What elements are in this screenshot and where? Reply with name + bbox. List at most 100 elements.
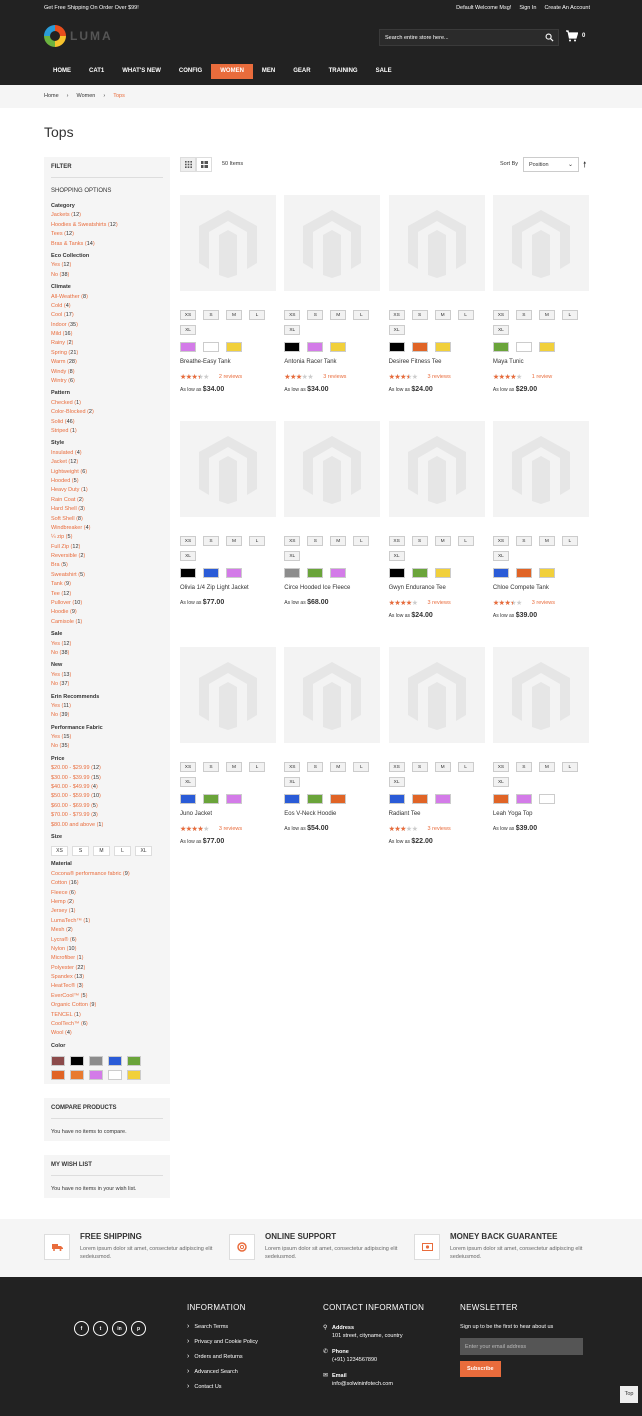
size-option[interactable]: XS [388, 536, 405, 546]
size-option[interactable]: S [411, 536, 428, 546]
sort-direction-icon[interactable]: 🠕 [583, 159, 586, 173]
filter-option[interactable]: Bra (5) [51, 562, 163, 571]
size-filter-option[interactable]: M [93, 846, 110, 857]
size-option[interactable]: L [249, 762, 265, 772]
product-name[interactable]: Radiant Tee [389, 811, 485, 819]
size-option[interactable]: L [249, 310, 265, 320]
filter-option-label[interactable]: $30.00 - $39.99 [51, 775, 90, 781]
filter-option[interactable]: No (37) [51, 681, 163, 690]
filter-option[interactable]: Soft Shell (8) [51, 516, 163, 525]
size-option[interactable]: XL [492, 777, 509, 787]
filter-option[interactable]: Color-Blocked (2) [51, 409, 163, 418]
size-option[interactable]: S [515, 310, 532, 320]
color-option[interactable] [411, 342, 428, 352]
filter-option[interactable]: Nylon (10) [51, 946, 163, 955]
product-name[interactable]: Gwyn Endurance Tee [389, 585, 485, 593]
filter-option-label[interactable]: Camisole [51, 619, 74, 625]
color-option[interactable] [307, 794, 324, 804]
filter-option-label[interactable]: Yes [51, 262, 60, 268]
nav-item[interactable]: HOME [44, 64, 80, 79]
filter-option[interactable]: CoolTech™ (6) [51, 1021, 163, 1030]
size-option[interactable]: M [538, 310, 555, 320]
product-card[interactable]: XS S M L XL Leah Yoga Top As low as $39.00 [492, 647, 589, 832]
logo[interactable]: LUMA [44, 25, 113, 47]
filter-option[interactable]: $70.00 - $79.99 (3) [51, 812, 163, 821]
filter-option[interactable]: $80.00 and above (1) [51, 822, 163, 831]
filter-option[interactable]: Hooded (5) [51, 478, 163, 487]
filter-option[interactable]: Cold (4) [51, 303, 163, 312]
filter-option[interactable]: $50.00 - $59.99 (10) [51, 793, 163, 802]
size-option[interactable]: S [203, 536, 219, 546]
footer-link[interactable]: Privacy and Cookie Policy [187, 1339, 258, 1345]
color-option[interactable] [330, 342, 347, 352]
size-option[interactable]: L [249, 536, 265, 546]
filter-option[interactable]: Jackets (12) [51, 212, 163, 221]
nav-item[interactable]: GEAR [284, 64, 319, 79]
filter-option-label[interactable]: Spring [51, 350, 67, 356]
color-option[interactable] [434, 342, 451, 352]
filter-option-label[interactable]: ¼ zip [51, 534, 64, 540]
filter-option[interactable]: Jacket (12) [51, 459, 163, 468]
color-option[interactable] [307, 342, 324, 352]
filter-option[interactable]: Tees (12) [51, 231, 163, 240]
filter-option[interactable]: Checked (1) [51, 400, 163, 409]
filter-option[interactable]: No (39) [51, 712, 163, 721]
filter-option-label[interactable]: No [51, 681, 58, 687]
size-option[interactable]: M [434, 310, 451, 320]
filter-option-label[interactable]: No [51, 272, 58, 278]
size-option[interactable]: L [561, 536, 578, 546]
filter-option-label[interactable]: HeatTec® [51, 983, 75, 989]
filter-option[interactable]: Tee (12) [51, 591, 163, 600]
filter-option[interactable]: Polyester (22) [51, 965, 163, 974]
color-swatch[interactable] [70, 1070, 84, 1081]
create-account-link[interactable]: Create An Account [544, 5, 590, 11]
filter-option-label[interactable]: Jacket [51, 459, 67, 465]
size-option[interactable]: XS [284, 536, 301, 546]
product-image[interactable] [492, 421, 589, 517]
grid-view-button[interactable] [180, 157, 196, 172]
filter-option[interactable]: Solid (46) [51, 419, 163, 428]
filter-option[interactable]: No (38) [51, 650, 163, 659]
filter-option[interactable]: Lightweight (6) [51, 469, 163, 478]
reviews-link[interactable]: 3 reviews [219, 826, 242, 832]
filter-option-label[interactable]: All-Weather [51, 294, 80, 300]
filter-option[interactable]: Spring (21) [51, 350, 163, 359]
filter-option[interactable]: Full Zip (12) [51, 544, 163, 553]
filter-option-label[interactable]: Jersey [51, 908, 67, 914]
filter-option-label[interactable]: $50.00 - $59.99 [51, 793, 90, 799]
product-name[interactable]: Juno Jacket [180, 811, 276, 819]
size-option[interactable]: S [307, 536, 324, 546]
filter-option-label[interactable]: Hard Shell [51, 506, 77, 512]
back-to-top-button[interactable]: Top [620, 1386, 638, 1403]
size-option[interactable]: XL [180, 551, 196, 561]
nav-item[interactable]: TRAINING [320, 64, 367, 79]
filter-option[interactable]: LumaTech™ (1) [51, 918, 163, 927]
product-card[interactable]: XS SML XL Chloe Compete Tank ★★★★★★★★★★ 3 rev… [492, 421, 589, 619]
filter-option[interactable]: Cocona® performance fabric (9) [51, 871, 163, 880]
filter-option[interactable]: Sweatshirt (5) [51, 572, 163, 581]
product-name[interactable]: Eos V-Neck Hoodie [284, 811, 380, 819]
filter-option-label[interactable]: No [51, 743, 58, 749]
size-option[interactable]: XL [388, 325, 405, 335]
filter-option[interactable]: Pullover (10) [51, 600, 163, 609]
filter-option-label[interactable]: No [51, 650, 58, 656]
filter-option[interactable]: EverCool™ (5) [51, 993, 163, 1002]
filter-option[interactable]: Lycra® (6) [51, 937, 163, 946]
filter-option-label[interactable]: Tank [51, 581, 63, 587]
filter-option[interactable]: Indoor (35) [51, 322, 163, 331]
size-option[interactable]: M [226, 536, 242, 546]
size-filter-option[interactable]: XS [51, 846, 68, 857]
filter-option-label[interactable]: Pullover [51, 600, 71, 606]
color-swatch[interactable] [89, 1070, 103, 1081]
size-option[interactable]: M [538, 536, 555, 546]
filter-option-label[interactable]: Cold [51, 303, 62, 309]
filter-option-label[interactable]: Rain Coat [51, 497, 75, 503]
filter-option[interactable]: Mesh (2) [51, 927, 163, 936]
color-option[interactable] [411, 794, 428, 804]
filter-option-label[interactable]: $20.00 - $29.99 [51, 765, 90, 771]
filter-option[interactable]: $40.00 - $49.99 (4) [51, 784, 163, 793]
filter-option-label[interactable]: Nylon [51, 946, 65, 952]
filter-option-label[interactable]: Yes [51, 641, 60, 647]
size-option[interactable]: S [203, 310, 219, 320]
footer-link[interactable]: Contact Us [187, 1384, 258, 1390]
